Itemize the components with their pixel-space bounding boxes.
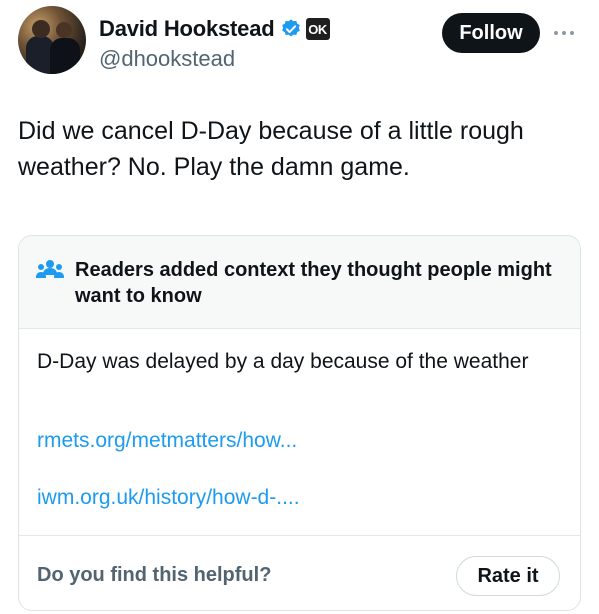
user-handle[interactable]: @dhookstead	[99, 46, 235, 72]
more-dot	[554, 31, 558, 35]
name-row: David Hookstead OK	[99, 14, 330, 44]
verified-check-icon	[281, 19, 300, 37]
source-link[interactable]: rmets.org/metmatters/how...	[37, 429, 297, 453]
more-horizontal-icon[interactable]	[554, 26, 580, 40]
affiliate-badge[interactable]: OK	[305, 18, 330, 40]
community-note-header: Readers added context they thought peopl…	[19, 236, 580, 329]
avatar-head-left	[32, 20, 50, 38]
display-name[interactable]: David Hookstead	[99, 16, 275, 42]
follow-button[interactable]: Follow	[442, 13, 540, 53]
community-note: Readers added context they thought peopl…	[18, 235, 581, 611]
community-note-footer: Do you find this helpful? Rate it	[19, 535, 580, 610]
avatar-figure-right	[50, 38, 80, 74]
more-dot	[562, 31, 566, 35]
source-link[interactable]: iwm.org.uk/history/how-d-....	[37, 486, 300, 510]
more-dot	[570, 31, 574, 35]
helpful-prompt: Do you find this helpful?	[37, 564, 272, 586]
avatar[interactable]	[18, 6, 86, 74]
avatar-head-right	[56, 22, 72, 38]
community-note-title: Readers added context they thought peopl…	[75, 259, 552, 307]
tweet-header: David Hookstead OK @dhookstead Follow	[18, 6, 581, 78]
people-icon	[36, 260, 64, 278]
tweet-text: Did we cancel D-Day because of a little …	[18, 117, 524, 181]
community-note-body: D-Day was delayed by a day because of th…	[37, 350, 529, 373]
rate-it-button[interactable]: Rate it	[456, 556, 560, 596]
